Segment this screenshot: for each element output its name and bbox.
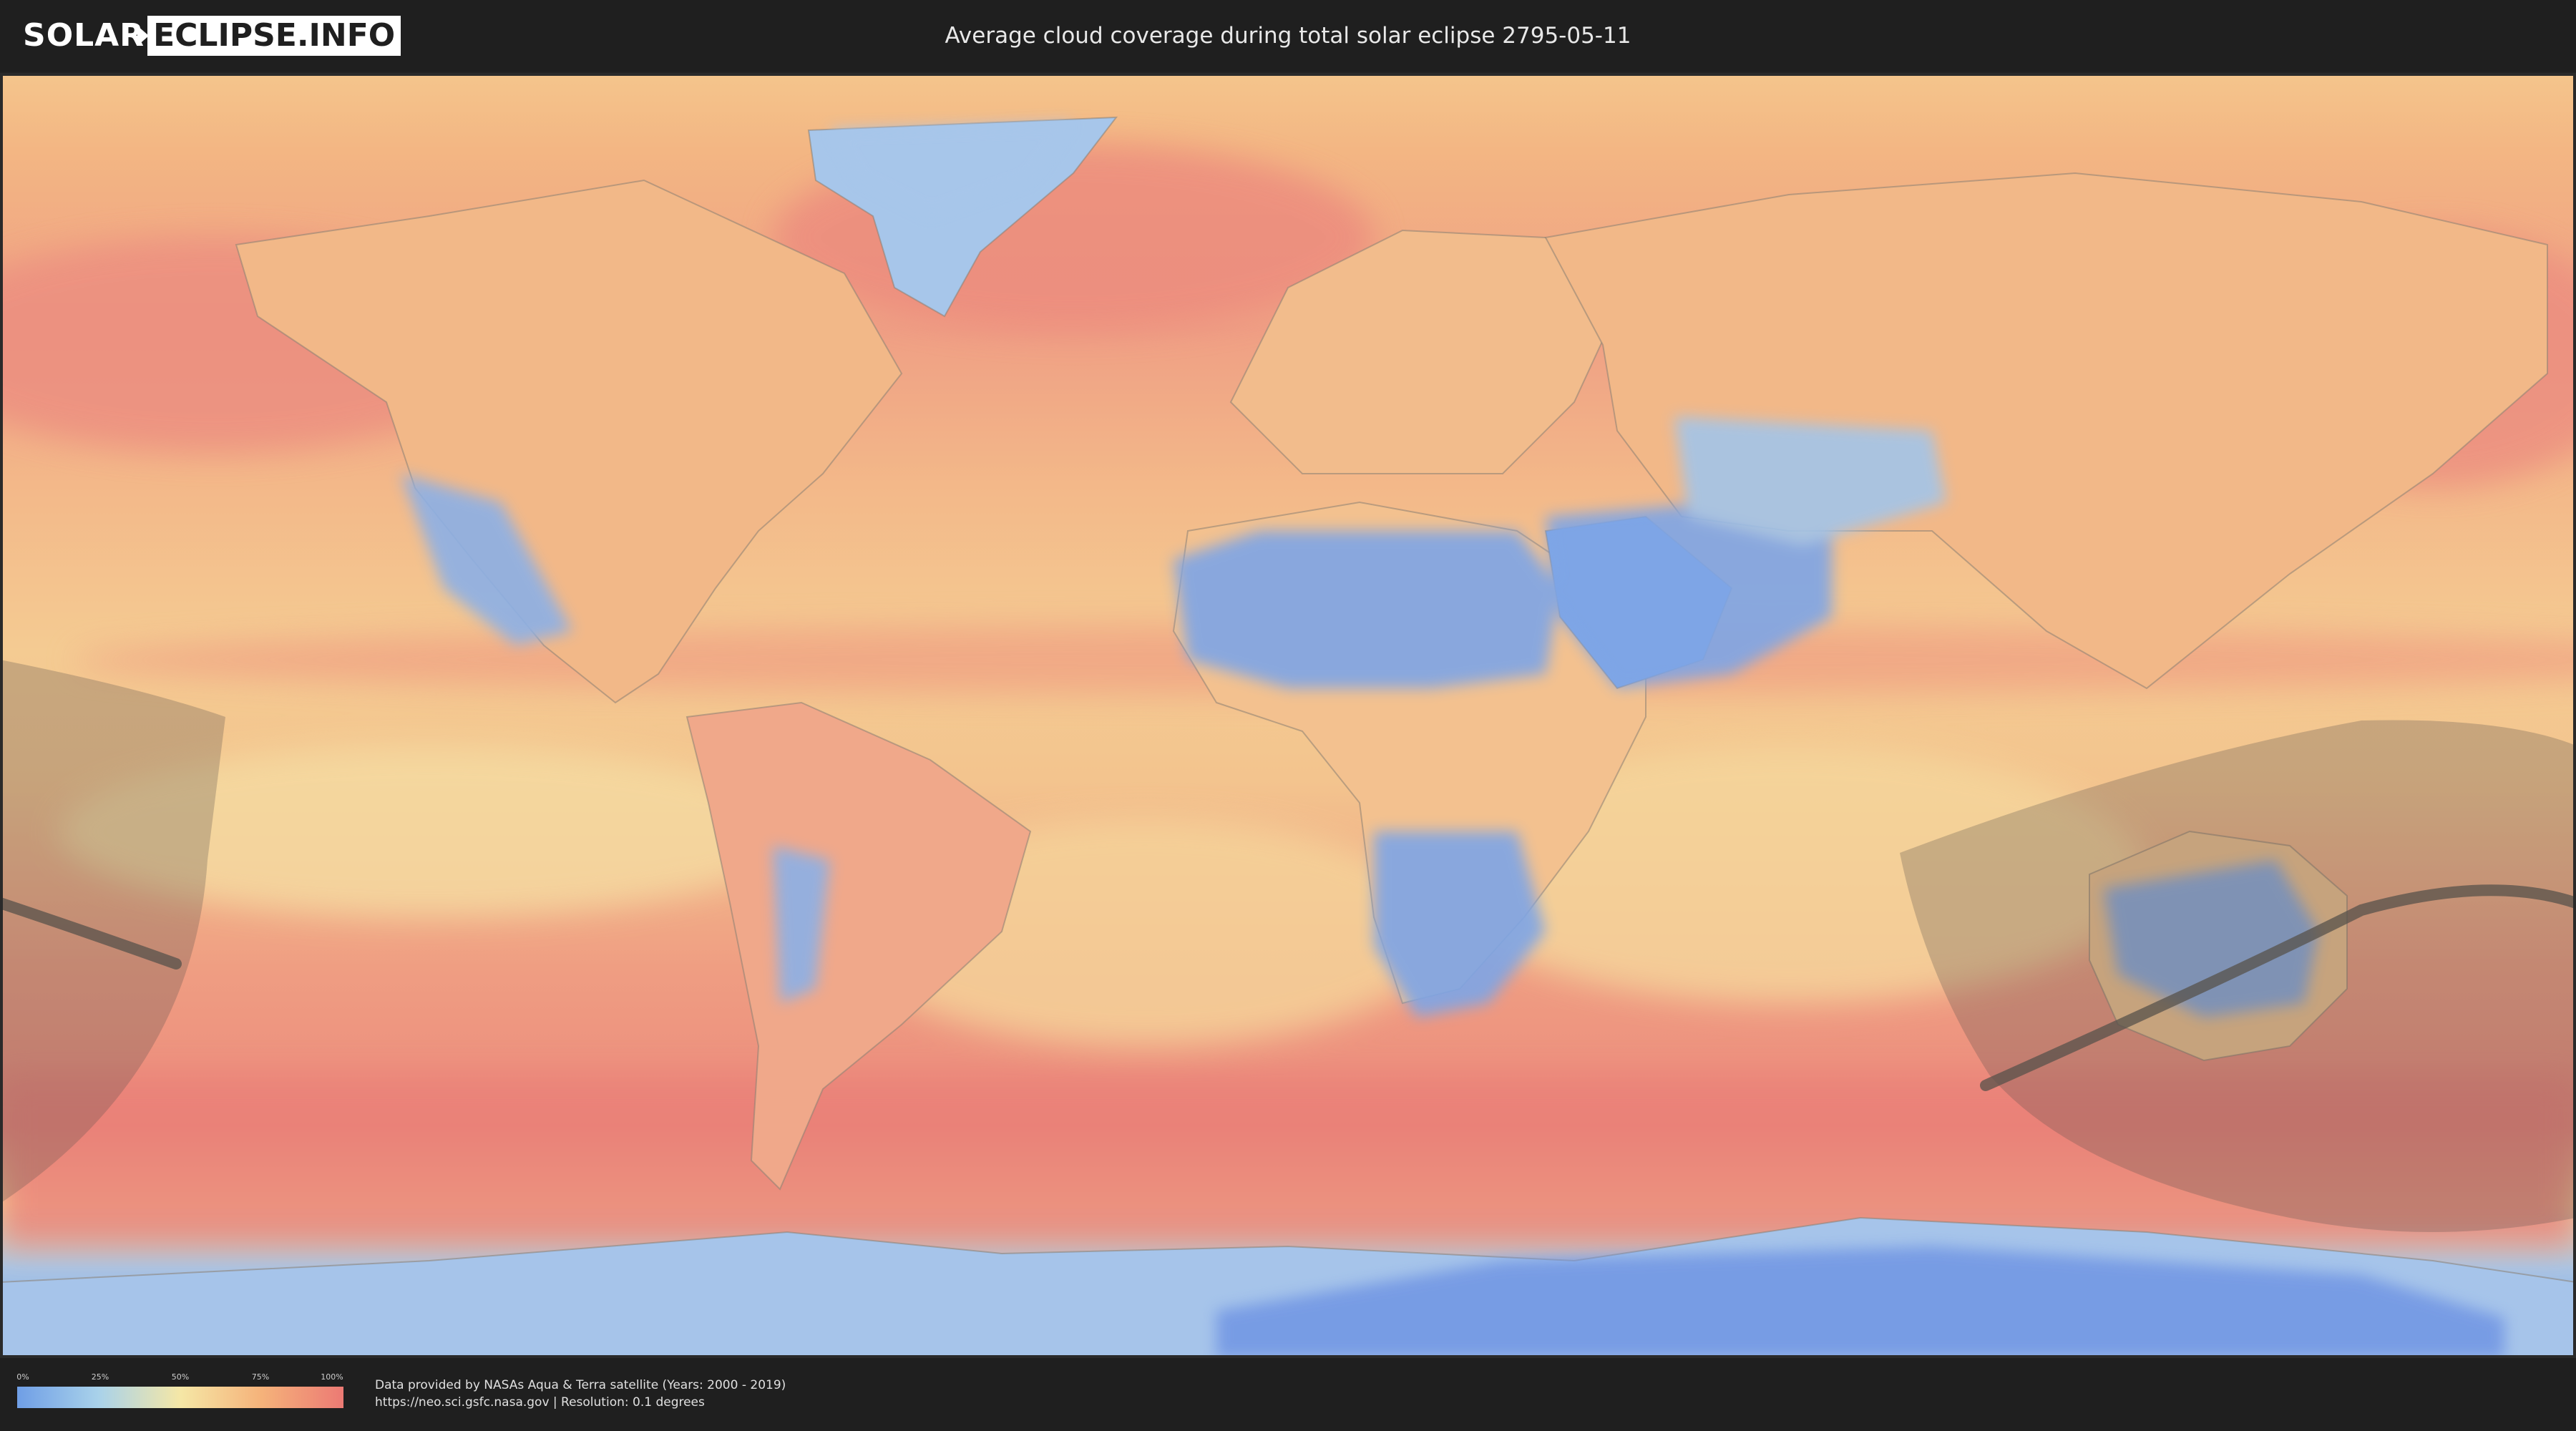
page-title: Average cloud coverage during total sola… — [945, 23, 1631, 49]
legend-tick-100: 100% — [321, 1372, 343, 1382]
legend-tick-25: 25% — [91, 1372, 109, 1382]
header-bar: SOLAR ECLIPSE.INFO Average cloud coverag… — [0, 0, 2576, 72]
color-legend: 0% 25% 50% 75% 100% — [16, 1372, 343, 1408]
credits-line-url[interactable]: https://neo.sci.gsfc.nasa.gov | Resoluti… — [375, 1394, 786, 1411]
credits-line-source: Data provided by NASAs Aqua & Terra sate… — [375, 1378, 786, 1392]
world-map-svg — [0, 73, 2576, 1358]
data-credits: Data provided by NASAs Aqua & Terra sate… — [375, 1377, 786, 1411]
footer-bar: 0% 25% 50% 75% 100% Data provided by NAS… — [0, 1358, 2576, 1431]
legend-ticks: 0% 25% 50% 75% 100% — [16, 1372, 343, 1384]
cloud-coverage-map[interactable] — [0, 73, 2576, 1358]
legend-tick-0: 0% — [16, 1372, 29, 1382]
legend-tick-50: 50% — [171, 1372, 190, 1382]
legend-gradient-bar — [17, 1387, 343, 1408]
legend-tick-75: 75% — [251, 1372, 270, 1382]
sahara-clear — [1174, 531, 1560, 688]
